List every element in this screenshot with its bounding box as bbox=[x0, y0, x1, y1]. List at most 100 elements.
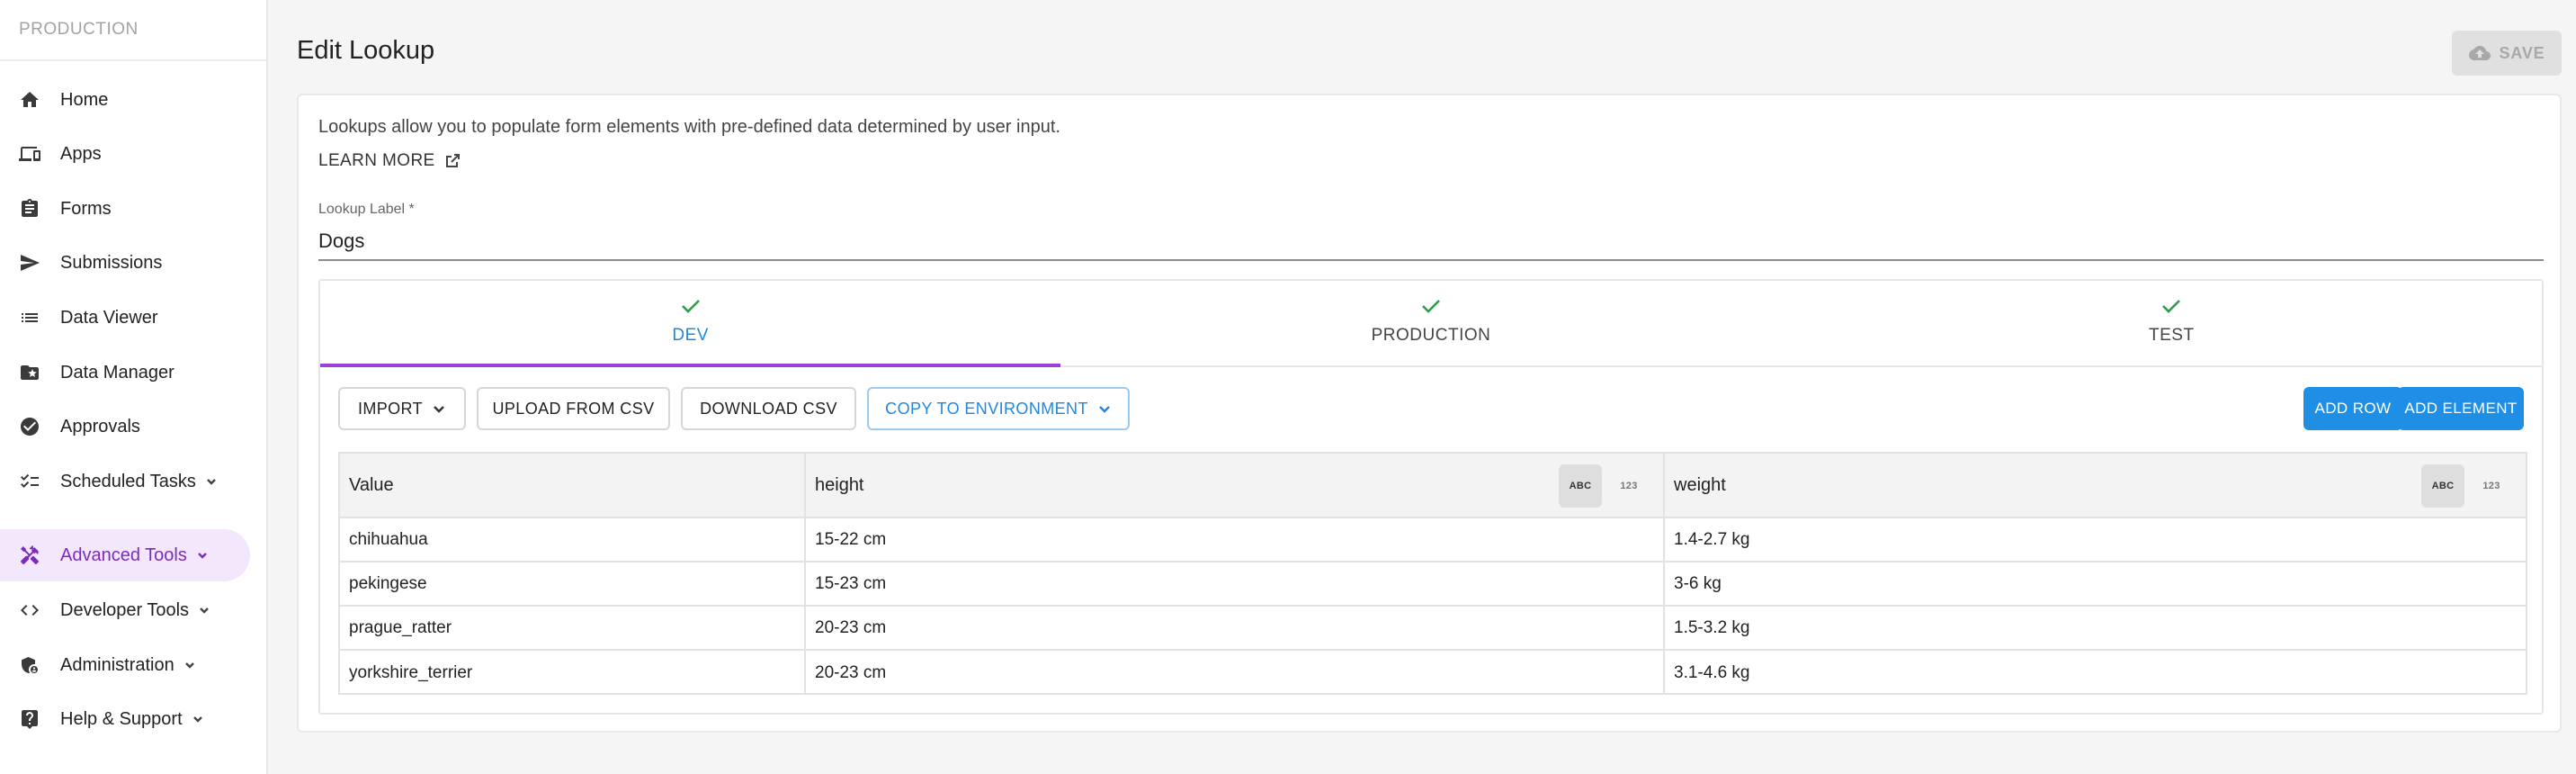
sidebar-item-label: Home bbox=[60, 89, 109, 110]
chevron-down-icon bbox=[183, 659, 196, 671]
sidebar-item-label: Forms bbox=[60, 198, 112, 219]
lookup-description: Lookups allow you to populate form eleme… bbox=[318, 117, 1060, 137]
tab-label: PRODUCTION bbox=[1371, 326, 1491, 345]
sidebar-item-administration[interactable]: Administration bbox=[0, 639, 250, 691]
checklist-icon bbox=[19, 471, 40, 492]
column-header-label: weight bbox=[1674, 474, 1726, 495]
sidebar-item-label: Advanced Tools bbox=[60, 544, 187, 565]
main-content: Edit Lookup SAVE Lookups allow you to po… bbox=[270, 0, 2576, 774]
lookup-label-input[interactable] bbox=[318, 223, 2544, 261]
home-icon bbox=[19, 89, 40, 111]
check-icon bbox=[1418, 293, 1444, 319]
upload-from-csv-button[interactable]: UPLOAD FROM CSV bbox=[477, 387, 670, 430]
column-header-height[interactable]: height ABC 123 bbox=[806, 454, 1665, 517]
list-icon bbox=[19, 307, 40, 328]
add-element-button[interactable]: ADD ELEMENT bbox=[2398, 387, 2524, 430]
type-toggle: ABC 123 bbox=[1559, 464, 1650, 508]
sidebar-item-help-support[interactable]: Help & Support bbox=[0, 693, 250, 745]
table-cell[interactable]: 1.4-2.7 kg bbox=[1665, 518, 2526, 561]
add-row-button[interactable]: ADD ROW bbox=[2303, 387, 2402, 430]
table-cell[interactable]: 3.1-4.6 kg bbox=[1665, 651, 2526, 695]
copy-env-label: COPY TO ENVIRONMENT bbox=[885, 399, 1088, 418]
column-header-value[interactable]: Value bbox=[340, 454, 806, 517]
sidebar-item-label: Data Viewer bbox=[60, 307, 158, 328]
table-cell[interactable]: 20-23 cm bbox=[806, 651, 1665, 695]
sidebar-item-submissions[interactable]: Submissions bbox=[0, 237, 250, 289]
sidebar-item-home[interactable]: Home bbox=[0, 74, 250, 126]
sidebar-item-label: Apps bbox=[60, 143, 102, 164]
lookup-grid: Value height ABC 123 weight ABC 123 chih… bbox=[338, 452, 2527, 695]
sidebar-item-label: Administration bbox=[60, 654, 174, 675]
lookup-label-field-label: Lookup Label * bbox=[318, 202, 415, 217]
sidebar-item-data-viewer[interactable]: Data Viewer bbox=[0, 292, 250, 344]
check-icon bbox=[2159, 293, 2184, 319]
devices-icon bbox=[19, 143, 40, 165]
lookup-toolbar: IMPORT UPLOAD FROM CSV DOWNLOAD CSV COPY… bbox=[338, 387, 2524, 432]
chevron-down-icon bbox=[196, 549, 209, 562]
table-cell[interactable]: 15-23 cm bbox=[806, 562, 1665, 605]
sidebar-item-label: Approvals bbox=[60, 416, 140, 436]
table-cell[interactable]: yorkshire_terrier bbox=[340, 651, 806, 695]
tab-dev[interactable]: DEV bbox=[320, 281, 1061, 367]
sidebar-item-data-manager[interactable]: Data Manager bbox=[0, 346, 250, 399]
chevron-down-icon bbox=[1098, 406, 1110, 413]
check-circle-icon bbox=[19, 416, 40, 437]
table-row: pekingese 15-23 cm 3-6 kg bbox=[340, 562, 2526, 607]
type-toggle: ABC 123 bbox=[2421, 464, 2513, 508]
tab-label: DEV bbox=[672, 326, 709, 345]
type-text-toggle[interactable]: ABC bbox=[2421, 464, 2464, 508]
cloud-upload-icon bbox=[2468, 46, 2491, 60]
type-number-toggle[interactable]: 123 bbox=[2470, 464, 2513, 508]
tab-production[interactable]: PRODUCTION bbox=[1060, 281, 1801, 365]
environment-label: PRODUCTION bbox=[0, 0, 266, 61]
column-header-weight[interactable]: weight ABC 123 bbox=[1665, 454, 2526, 517]
sidebar-item-advanced-tools[interactable]: Advanced Tools bbox=[0, 529, 250, 581]
sidebar-item-label: Help & Support bbox=[60, 708, 183, 729]
page-title: Edit Lookup bbox=[297, 36, 435, 65]
import-button[interactable]: IMPORT bbox=[338, 387, 466, 430]
table-cell[interactable]: 15-22 cm bbox=[806, 518, 1665, 561]
sidebar-item-forms[interactable]: Forms bbox=[0, 183, 250, 235]
check-icon bbox=[678, 293, 703, 319]
add-row-label: ADD ROW bbox=[2314, 400, 2392, 417]
column-header-label: Value bbox=[349, 474, 394, 495]
table-cell[interactable]: pekingese bbox=[340, 562, 806, 605]
tab-test[interactable]: TEST bbox=[1802, 281, 2542, 365]
type-text-toggle[interactable]: ABC bbox=[1559, 464, 1602, 508]
save-button-label: SAVE bbox=[2499, 43, 2545, 62]
chevron-down-icon bbox=[198, 604, 210, 616]
column-header-label: height bbox=[815, 474, 864, 495]
table-cell[interactable]: prague_ratter bbox=[340, 607, 806, 649]
sidebar-item-label: Data Manager bbox=[60, 362, 174, 382]
copy-to-environment-button[interactable]: COPY TO ENVIRONMENT bbox=[867, 387, 1130, 430]
send-icon bbox=[19, 252, 40, 274]
tab-label: TEST bbox=[2149, 326, 2195, 345]
upload-csv-label: UPLOAD FROM CSV bbox=[492, 399, 655, 418]
code-icon bbox=[19, 599, 40, 621]
table-cell[interactable]: 3-6 kg bbox=[1665, 562, 2526, 605]
table-cell[interactable]: chihuahua bbox=[340, 518, 806, 561]
table-cell[interactable]: 20-23 cm bbox=[806, 607, 1665, 649]
help-icon bbox=[19, 708, 40, 730]
sidebar-item-label: Scheduled Tasks bbox=[60, 471, 196, 491]
sidebar-item-label: Submissions bbox=[60, 252, 163, 273]
open-in-new-icon bbox=[445, 154, 460, 167]
chevron-down-icon bbox=[434, 406, 444, 413]
download-csv-button[interactable]: DOWNLOAD CSV bbox=[681, 387, 856, 430]
sidebar-item-apps[interactable]: Apps bbox=[0, 128, 250, 180]
save-button[interactable]: SAVE bbox=[2452, 31, 2562, 76]
table-row: yorkshire_terrier 20-23 cm 3.1-4.6 kg bbox=[340, 651, 2526, 695]
add-element-label: ADD ELEMENT bbox=[2404, 400, 2518, 417]
environment-tabs-panel: DEV PRODUCTION TEST IMPORT UPLOAD FROM C bbox=[318, 279, 2544, 715]
table-cell[interactable]: 1.5-3.2 kg bbox=[1665, 607, 2526, 649]
folder-star-icon bbox=[19, 362, 40, 383]
sidebar-item-label: Developer Tools bbox=[60, 599, 190, 620]
sidebar-item-developer-tools[interactable]: Developer Tools bbox=[0, 584, 250, 636]
clipboard-icon bbox=[19, 198, 40, 220]
sidebar-item-approvals[interactable]: Approvals bbox=[0, 400, 250, 453]
type-number-toggle[interactable]: 123 bbox=[1607, 464, 1650, 508]
learn-more-label: LEARN MORE bbox=[318, 151, 435, 170]
learn-more-link[interactable]: LEARN MORE bbox=[318, 151, 461, 171]
chevron-down-icon bbox=[205, 475, 218, 488]
sidebar-item-scheduled-tasks[interactable]: Scheduled Tasks bbox=[0, 455, 250, 508]
